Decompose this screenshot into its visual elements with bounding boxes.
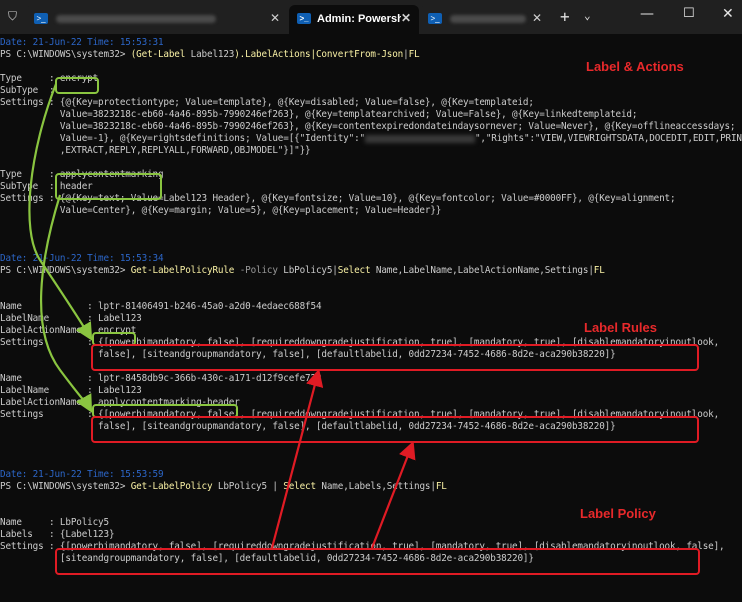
annotation-label-rules: Label Rules	[584, 320, 657, 335]
annotation-label-policy: Label Policy	[580, 506, 656, 521]
annotation-label-actions: Label & Actions	[586, 59, 684, 74]
red-arrow-rule1	[270, 368, 324, 549]
green-arrow-encrypt	[28, 83, 93, 341]
green-arrow-contentmarking	[40, 194, 93, 413]
red-arrow-rule2	[370, 440, 416, 549]
